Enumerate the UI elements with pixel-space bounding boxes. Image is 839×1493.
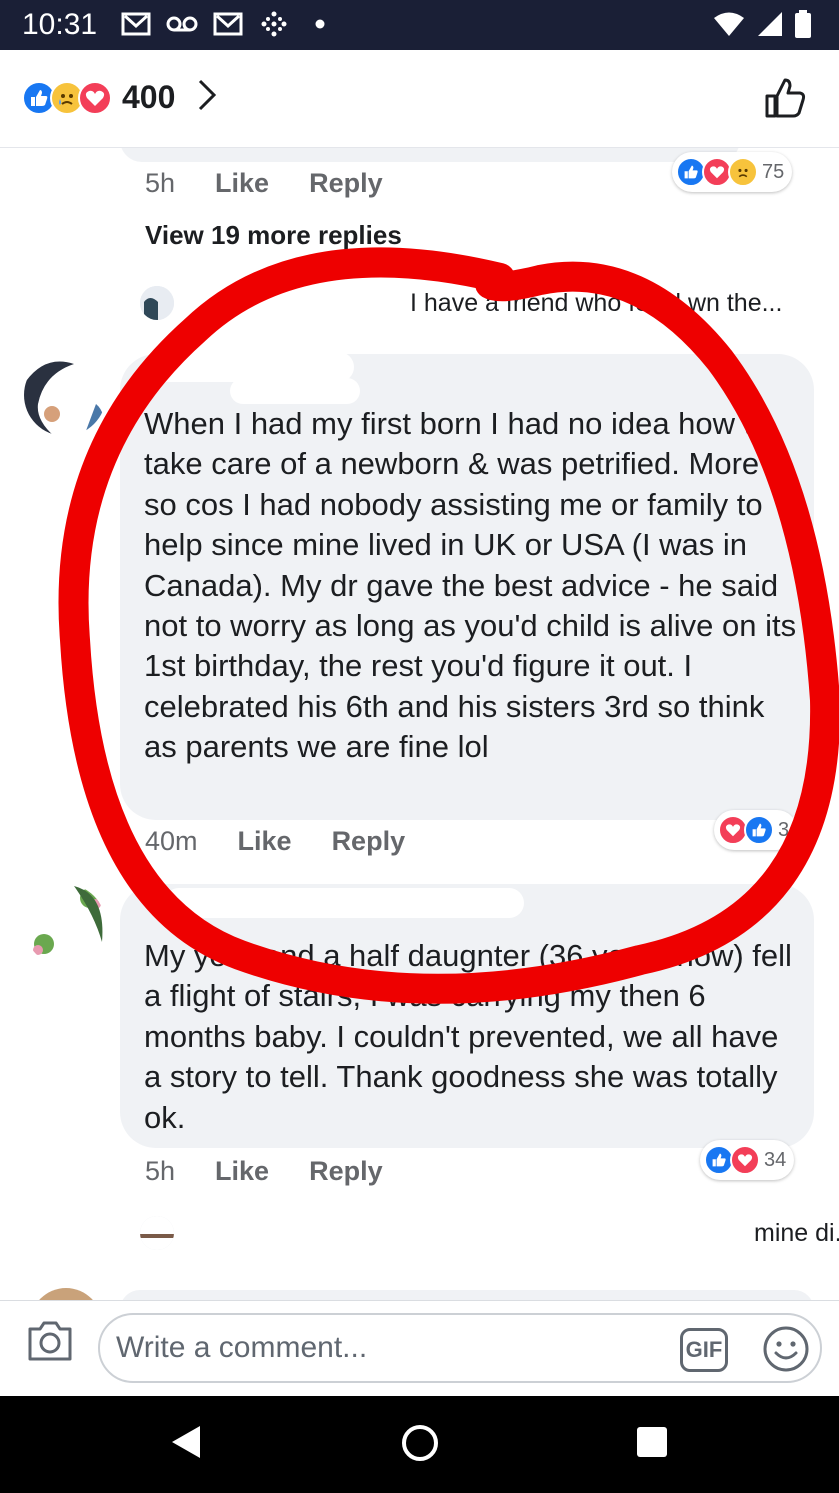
comments-list: 5h Like Reply 75 View 19 more replies I … [0,148,839,1300]
reaction-pill[interactable]: 75 [672,152,793,192]
avatar[interactable] [30,1288,102,1300]
gmail-icon [212,10,244,38]
reaction-pill[interactable]: 3 [714,810,798,850]
reaction-count: 400 [122,79,176,115]
gif-button[interactable]: GIF [680,1328,728,1372]
comment-actions: 40m Like Reply [145,826,405,857]
reactions-header: 400 [0,50,839,148]
like-link[interactable]: Like [215,1156,269,1187]
comment-bubble[interactable] [120,1290,814,1300]
avatar[interactable] [24,354,106,436]
redacted-name [164,888,524,918]
reaction-count: 75 [762,160,785,183]
chevron-right-icon[interactable] [197,78,217,117]
comment-text: When I had my first born I had no idea h… [144,406,797,765]
reactions-summary[interactable]: 400 [22,78,217,117]
reaction-count: 3 [778,818,790,841]
recents-icon[interactable] [635,1425,669,1464]
comment-input[interactable] [116,1327,656,1369]
comment-bubble[interactable]: When I had my first born I had no idea h… [120,352,814,820]
signal-icon [757,11,783,42]
sad-reaction-icon [728,157,758,187]
emoji-icon[interactable] [762,1325,810,1378]
like-link[interactable]: Like [238,826,292,857]
avatar[interactable] [140,1216,174,1250]
reaction-pill[interactable]: 34 [700,1140,795,1180]
comment-actions: 5h Like Reply [145,168,383,199]
camera-icon[interactable] [26,1319,74,1368]
comment-time: 5h [145,1156,176,1186]
comment-bubble[interactable]: My year and a half daugnter (36 years no… [120,884,814,1148]
gmail-icon [120,10,152,38]
comment-actions: 5h Like Reply [145,1156,383,1187]
status-bar: 10:31 [0,0,839,50]
comment-input-field[interactable]: GIF [98,1313,822,1383]
home-icon[interactable] [400,1423,440,1468]
reply-preview[interactable]: mine di... [140,1216,839,1250]
love-reaction-icon [730,1145,760,1175]
reply-preview-text: mine di... [754,1218,839,1247]
comment-bubble[interactable] [120,148,740,162]
view-more-replies[interactable]: View 19 more replies [145,220,402,251]
comment-composer: GIF [0,1300,839,1396]
reply-preview-text: I have a friend who fell d wn the... [410,288,783,317]
dots-grid-icon [258,10,290,38]
comment-text: My year and a half daugnter (36 years no… [144,938,792,1135]
status-time: 10:31 [22,8,98,41]
reply-preview[interactable]: I have a friend who fell d wn the... [140,286,782,320]
reply-link[interactable]: Reply [332,826,406,857]
love-reaction-icon [78,80,112,115]
like-link[interactable]: Like [215,168,269,199]
battery-icon [795,10,811,43]
like-outline-icon[interactable] [763,76,807,125]
reply-link[interactable]: Reply [309,168,383,199]
back-icon[interactable] [170,1424,202,1465]
wifi-icon [713,11,745,42]
comment-time: 5h [145,168,176,198]
avatar[interactable] [140,286,174,320]
android-nav-bar [0,1396,839,1493]
reply-link[interactable]: Reply [309,1156,383,1187]
voicemail-icon [166,10,198,38]
reaction-count: 34 [764,1148,787,1171]
avatar[interactable] [24,884,106,966]
redacted-name [230,378,360,404]
comment-time: 40m [145,826,198,856]
like-reaction-icon [744,815,774,845]
notification-dot-icon [304,10,336,38]
